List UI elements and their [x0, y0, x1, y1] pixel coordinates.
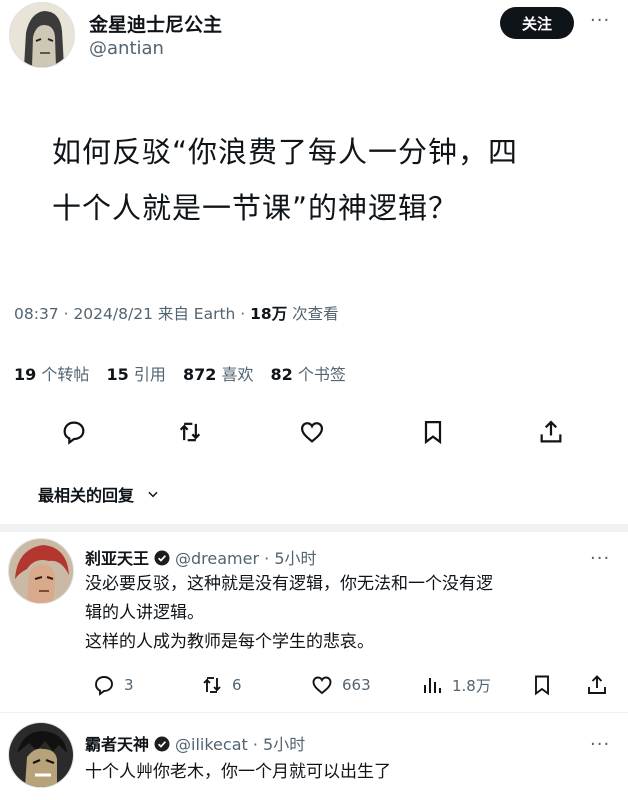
reply-bookmark-button[interactable] [530, 673, 554, 697]
author-avatar[interactable] [9, 2, 75, 68]
verified-badge-icon [154, 550, 170, 566]
reply-author-name[interactable]: 霸者天神 [85, 735, 149, 754]
view-count: 18万 [250, 305, 288, 323]
avatar-illustration [9, 723, 73, 787]
reply-icon[interactable] [60, 418, 88, 446]
reply-header: 霸者天神 @ilikecat · 5小时 [85, 731, 305, 755]
reply-text-line: 辑的人讲逻辑。 [85, 603, 204, 623]
reply-views-button[interactable]: 1.8万 [420, 673, 491, 697]
reply-text-line: 十个人艸你老木，你一个月就可以出生了 [85, 762, 391, 782]
retweet-icon[interactable] [176, 418, 204, 446]
follow-button[interactable]: 关注 [500, 7, 574, 39]
reply-header: 刹亚天王 @dreamer · 5小时 [85, 545, 317, 569]
post-text-line: 如何反驳“你浪费了每人一分钟，四 [52, 135, 519, 169]
more-options-icon[interactable]: ··· [590, 10, 610, 31]
stat-likes[interactable]: 872 喜欢 [183, 365, 254, 384]
reply-avatar[interactable] [8, 538, 74, 604]
post-meta: 08:37 · 2024/8/21 来自 Earth · 18万 次查看 [14, 302, 339, 324]
like-icon[interactable] [298, 418, 326, 446]
section-divider [0, 524, 628, 532]
reply-text: 没必要反驳，这种就是没有逻辑，你无法和一个没有逻 辑的人讲逻辑。 这样的人成为教… [85, 570, 493, 657]
retweet-count: 6 [232, 676, 242, 694]
reply-author-name[interactable]: 刹亚天王 [85, 549, 149, 568]
post-stats: 19 个转帖 15 引用 872 喜欢 82 个书签 [14, 361, 358, 385]
stat-quotes[interactable]: 15 引用 [106, 365, 165, 384]
reply-avatar[interactable] [8, 722, 74, 788]
post-text-line: 十个人就是一节课”的神逻辑？ [52, 191, 459, 225]
view-label: 次查看 [287, 305, 339, 323]
like-icon [312, 676, 332, 695]
view-count: 1.8万 [452, 676, 491, 695]
reply-author-handle[interactable]: @ilikecat · 5小时 [175, 735, 305, 754]
retweet-icon [203, 677, 221, 693]
reply-more-icon[interactable]: ··· [590, 548, 610, 569]
post-timestamp: 08:37 · 2024/8/21 来自 Earth · [14, 305, 251, 323]
stat-bookmarks[interactable]: 82 个书签 [271, 365, 346, 384]
post-text: 如何反驳“你浪费了每人一分钟，四 十个人就是一节课”的神逻辑？ [52, 124, 592, 236]
verified-badge-icon [154, 736, 170, 752]
reply-like-button[interactable]: 663 [310, 673, 371, 697]
author-name[interactable]: 金星迪士尼公主 [89, 10, 222, 37]
like-count: 663 [342, 676, 371, 694]
views-icon [424, 678, 441, 693]
share-icon [588, 675, 606, 694]
chevron-down-icon [148, 491, 158, 498]
reply-retweet-button[interactable]: 6 [200, 673, 242, 697]
bookmark-icon[interactable] [419, 418, 447, 446]
reply-icon [95, 676, 113, 696]
reply-text: 十个人艸你老木，你一个月就可以出生了 [85, 758, 391, 787]
sort-replies-dropdown[interactable]: 最相关的回复 [38, 482, 160, 506]
sort-label: 最相关的回复 [38, 486, 135, 505]
reply-author-handle[interactable]: @dreamer · 5小时 [175, 549, 316, 568]
author-handle[interactable]: @antian [89, 38, 164, 59]
avatar-illustration [9, 539, 73, 603]
reply-reply-button[interactable]: 3 [92, 673, 134, 697]
reply-more-icon[interactable]: ··· [590, 734, 610, 755]
reply-share-button[interactable] [585, 673, 609, 697]
reply-text-line: 这样的人成为教师是每个学生的悲哀。 [85, 632, 374, 652]
avatar-illustration [10, 3, 74, 67]
reply-divider [0, 712, 628, 713]
reply-count: 3 [124, 676, 134, 694]
stat-retweets[interactable]: 19 个转帖 [14, 365, 89, 384]
bookmark-icon [535, 675, 549, 696]
reply-text-line: 没必要反驳，这种就是没有逻辑，你无法和一个没有逻 [85, 574, 493, 594]
share-icon[interactable] [537, 418, 565, 446]
